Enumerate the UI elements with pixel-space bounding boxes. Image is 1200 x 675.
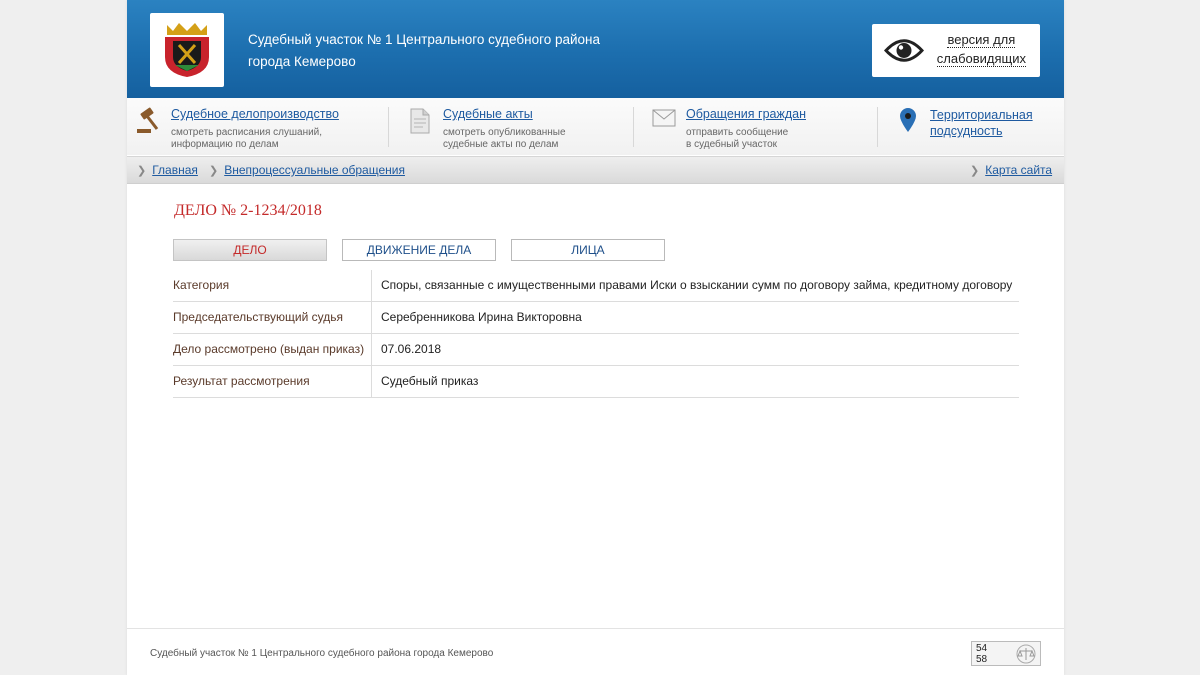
counter-top-value: 54 — [976, 643, 988, 654]
table-row: Категория Споры, связанные с имущественн… — [173, 270, 1019, 302]
nav-link-jurisdiction-line2[interactable]: подсудность — [930, 124, 1002, 138]
breadcrumb-item-appeals: ❯ Внепроцессуальные обращения — [209, 163, 405, 177]
row-key-judge: Председательствующий судья — [173, 302, 372, 333]
scales-icon — [1016, 644, 1036, 664]
table-row: Дело рассмотрено (выдан приказ) 07.06.20… — [173, 334, 1019, 366]
site-footer: Судебный участок № 1 Центрального судебн… — [127, 628, 1064, 675]
site-header: Судебный участок № 1 Центрального судебн… — [127, 0, 1064, 98]
nav-desc-court-records-line2: информацию по делам — [171, 139, 279, 150]
breadcrumb: ❯ Главная ❯ Внепроцессуальные обращения ❯ К… — [127, 156, 1064, 184]
coat-of-arms-icon — [165, 23, 209, 77]
nav-divider — [388, 107, 389, 147]
table-row: Результат рассмотрения Судебный приказ — [173, 366, 1019, 398]
low-vision-version-button[interactable]: версия для слабовидящих — [872, 24, 1040, 77]
row-value-result: Судебный приказ — [381, 374, 479, 388]
nav-item-court-records[interactable]: Судебное делопроизводство смотреть распи… — [127, 98, 387, 155]
chevron-right-icon: ❯ — [970, 165, 980, 177]
coat-of-arms-logo[interactable] — [150, 13, 224, 87]
counter-bottom-value: 58 — [976, 654, 988, 665]
case-info-table: Категория Споры, связанные с имущественн… — [173, 270, 1019, 398]
site-title-line2: города Кемерово — [248, 54, 356, 69]
nav-item-jurisdiction[interactable]: Территориальная подсудность — [887, 98, 1064, 155]
tab-parties[interactable]: ЛИЦА — [511, 239, 665, 261]
nav-desc-citizen-appeals-line1: отправить сообщение — [686, 127, 789, 138]
nav-desc-citizen-appeals: отправить сообщение в судебный участок — [686, 127, 788, 151]
nav-item-court-acts[interactable]: Судебные акты смотреть опубликованные су… — [397, 98, 632, 155]
nav-link-jurisdiction[interactable]: Территориальная подсудность — [930, 107, 1033, 139]
row-value-category: Споры, связанные с имущественными правам… — [381, 278, 1013, 292]
nav-link-court-acts[interactable]: Судебные акты — [443, 107, 533, 121]
breadcrumb-link-home[interactable]: Главная — [152, 163, 198, 177]
nav-desc-court-acts: смотреть опубликованные судебные акты по… — [443, 127, 566, 151]
map-pin-icon — [900, 108, 916, 132]
nav-desc-court-records-line1: смотреть расписания слушаний, — [171, 127, 323, 138]
sitemap-item: ❯ Карта сайта — [970, 163, 1052, 177]
tab-case-movement[interactable]: ДВИЖЕНИЕ ДЕЛА — [342, 239, 496, 261]
site-title-line1: Судебный участок № 1 Центрального судебн… — [248, 32, 601, 47]
nav-link-jurisdiction-line1[interactable]: Территориальная — [930, 108, 1033, 122]
page-title: ДЕЛО № 2-1234/2018 — [174, 202, 322, 219]
page: Судебный участок № 1 Центрального судебн… — [127, 0, 1064, 675]
low-vision-label: версия для слабовидящих — [936, 30, 1026, 68]
row-key-decision-date: Дело рассмотрено (выдан приказ) — [173, 334, 372, 365]
document-icon — [410, 108, 430, 134]
nav-link-court-records[interactable]: Судебное делопроизводство — [171, 107, 339, 121]
gavel-icon — [137, 107, 159, 133]
row-key-result: Результат рассмотрения — [173, 366, 372, 397]
site-title: Судебный участок № 1 Центрального судебн… — [248, 29, 668, 73]
footer-text: Судебный участок № 1 Центрального судебн… — [150, 648, 494, 659]
tab-case[interactable]: ДЕЛО — [173, 239, 327, 261]
nav-divider — [633, 107, 634, 147]
chevron-right-icon: ❯ — [137, 165, 147, 177]
breadcrumb-item-home: ❯ Главная — [137, 163, 198, 177]
breadcrumb-link-appeals[interactable]: Внепроцессуальные обращения — [224, 163, 405, 177]
sitemap-link[interactable]: Карта сайта — [985, 163, 1052, 177]
row-value-judge: Серебренникова Ирина Викторовна — [381, 310, 582, 324]
row-value-decision-date: 07.06.2018 — [381, 342, 442, 356]
visit-counter[interactable]: 54 58 — [971, 641, 1041, 666]
row-key-category: Категория — [173, 270, 372, 301]
eye-icon — [884, 39, 924, 62]
nav-desc-court-acts-line1: смотреть опубликованные — [443, 127, 566, 138]
nav-item-citizen-appeals[interactable]: Обращения граждан отправить сообщение в … — [642, 98, 877, 155]
envelope-icon — [652, 109, 676, 127]
low-vision-label-line2: слабовидящих — [936, 51, 1026, 67]
chevron-right-icon: ❯ — [209, 165, 219, 177]
nav-desc-court-records: смотреть расписания слушаний, информацию… — [171, 127, 322, 151]
nav-desc-court-acts-line2: судебные акты по делам — [443, 139, 559, 150]
table-row: Председательствующий судья Серебренников… — [173, 302, 1019, 334]
nav-link-citizen-appeals[interactable]: Обращения граждан — [686, 107, 806, 121]
low-vision-label-line1: версия для — [947, 32, 1016, 48]
main-nav: Судебное делопроизводство смотреть распи… — [127, 98, 1064, 155]
nav-desc-citizen-appeals-line2: в судебный участок — [686, 139, 778, 150]
nav-divider — [877, 107, 878, 147]
